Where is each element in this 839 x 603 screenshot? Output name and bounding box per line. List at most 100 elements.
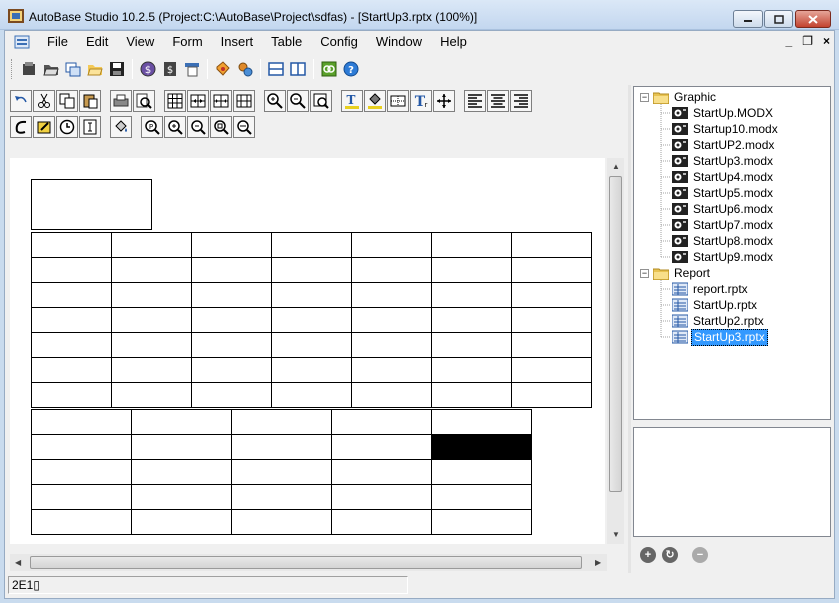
tree-item[interactable]: StartUp8.modx [672, 233, 775, 249]
table-cell[interactable] [111, 257, 192, 283]
menu-help[interactable]: Help [431, 31, 476, 53]
menu-window[interactable]: Window [367, 31, 431, 53]
curve-button[interactable] [10, 116, 32, 138]
table-cell[interactable] [191, 307, 272, 333]
table-cell[interactable] [431, 382, 512, 408]
script-button[interactable] [181, 58, 203, 80]
table-cell[interactable] [511, 332, 592, 358]
panel-splitter[interactable] [628, 85, 631, 573]
open-file-button[interactable] [84, 58, 106, 80]
text-color-button[interactable]: T [341, 90, 363, 112]
table-cell[interactable] [231, 509, 332, 535]
tree-item[interactable]: StartUp4.modx [672, 169, 775, 185]
horizontal-scroll-thumb[interactable] [30, 556, 582, 569]
copy-window-button[interactable] [62, 58, 84, 80]
table-cell[interactable] [351, 232, 432, 258]
zoom-fit-button[interactable] [310, 90, 332, 112]
table-cell[interactable] [511, 382, 592, 408]
table-cell[interactable] [351, 257, 432, 283]
table-cell[interactable] [231, 409, 332, 435]
tree-item[interactable]: StartUp7.modx [672, 217, 775, 233]
text-cursor-button[interactable] [79, 116, 101, 138]
vertical-scroll-thumb[interactable] [609, 176, 622, 492]
table-cell[interactable] [431, 282, 512, 308]
close-button[interactable] [795, 10, 831, 28]
scroll-up-icon[interactable]: ▲ [612, 162, 620, 172]
tree-item[interactable]: StartUp2.rptx [672, 313, 766, 329]
table-cell[interactable] [111, 232, 192, 258]
font-button[interactable]: Tr [410, 90, 432, 112]
table-cell[interactable] [31, 282, 112, 308]
split-vertical-button[interactable] [287, 58, 309, 80]
table-cell[interactable] [31, 257, 112, 283]
dollar-doc-button[interactable]: $ [159, 58, 181, 80]
minimize-button[interactable] [733, 10, 763, 28]
grid-button[interactable] [164, 90, 186, 112]
menu-form[interactable]: Form [163, 31, 211, 53]
table-cell[interactable] [271, 282, 352, 308]
zoom-minus-button[interactable] [187, 116, 209, 138]
open-folder-button[interactable] [40, 58, 62, 80]
table-cell[interactable] [511, 357, 592, 383]
table-cell[interactable] [271, 357, 352, 383]
table-cell[interactable] [31, 307, 112, 333]
mdi-restore-button[interactable]: ❐ [802, 34, 813, 48]
print-preview-button[interactable] [133, 90, 155, 112]
scroll-right-icon[interactable]: ▶ [595, 558, 601, 568]
toolbar-grip[interactable] [11, 59, 14, 79]
merge-cells-button[interactable] [233, 90, 255, 112]
table-cell[interactable] [131, 459, 232, 485]
tree-item[interactable]: StartUP2.modx [672, 137, 776, 153]
table-cell[interactable] [231, 484, 332, 510]
table-cell[interactable] [191, 257, 272, 283]
align-left-button[interactable] [464, 90, 486, 112]
table-cell[interactable] [431, 409, 532, 435]
document-icon[interactable] [14, 35, 30, 49]
table-cell[interactable] [111, 307, 192, 333]
table-cell[interactable] [431, 459, 532, 485]
table-cell[interactable] [511, 257, 592, 283]
run-button[interactable] [318, 58, 340, 80]
table-cell[interactable] [331, 409, 432, 435]
table-cell[interactable] [31, 484, 132, 510]
table-cell[interactable] [331, 484, 432, 510]
table-cell[interactable] [191, 282, 272, 308]
table-cell[interactable] [131, 409, 232, 435]
table-cell[interactable] [31, 332, 112, 358]
table-cell[interactable] [31, 409, 132, 435]
table-cell[interactable] [31, 357, 112, 383]
scroll-down-icon[interactable]: ▼ [612, 530, 620, 540]
new-project-button[interactable] [18, 58, 40, 80]
table-cell[interactable] [111, 282, 192, 308]
table-cell[interactable] [231, 459, 332, 485]
menu-view[interactable]: View [117, 31, 163, 53]
tag-edit-button[interactable] [212, 58, 234, 80]
highlight-button[interactable] [33, 116, 55, 138]
zoom-in-button[interactable] [264, 90, 286, 112]
save-button[interactable] [106, 58, 128, 80]
table-cell[interactable] [271, 332, 352, 358]
table-cell[interactable] [31, 434, 132, 460]
mdi-minimize-button[interactable]: _ [786, 34, 793, 48]
print-button[interactable] [110, 90, 132, 112]
table-cell[interactable] [271, 307, 352, 333]
scroll-left-icon[interactable]: ◀ [15, 558, 21, 568]
table-cell[interactable] [351, 357, 432, 383]
settings-gear-button[interactable] [234, 58, 256, 80]
menu-file[interactable]: File [38, 31, 77, 53]
table-cell[interactable] [271, 232, 352, 258]
table-cell[interactable] [191, 332, 272, 358]
table-cell[interactable] [431, 484, 532, 510]
table-cell[interactable] [511, 307, 592, 333]
paste-button[interactable] [79, 90, 101, 112]
selected-table-cell[interactable] [431, 434, 532, 460]
tree-item[interactable]: report.rptx [672, 281, 750, 297]
tree-item[interactable]: StartUp9.modx [672, 249, 775, 265]
tree-item[interactable]: Startup10.modx [672, 121, 780, 137]
table-cell[interactable] [351, 382, 432, 408]
table-cell[interactable] [351, 282, 432, 308]
add-button[interactable]: + [640, 547, 656, 563]
table-cell[interactable] [351, 332, 432, 358]
zoom-plus-button[interactable] [164, 116, 186, 138]
remove-button[interactable]: − [692, 547, 708, 563]
